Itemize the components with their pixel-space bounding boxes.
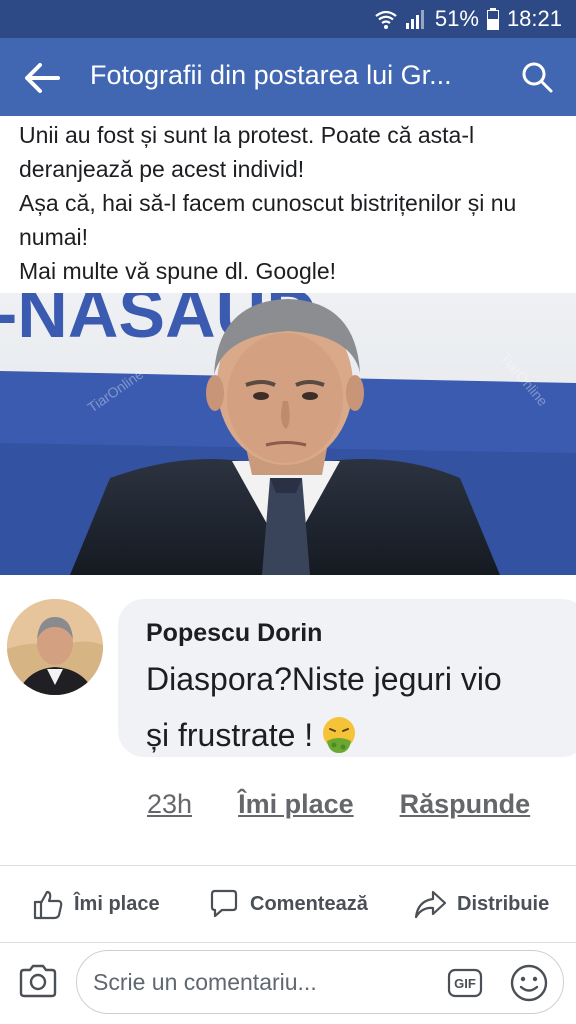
comment-reply-label: Răspunde — [399, 789, 531, 819]
search-icon — [522, 62, 553, 93]
gif-label: GIF — [454, 976, 476, 991]
share-button[interactable]: Distribuie — [413, 888, 549, 920]
status-bar: 51% 18:21 — [0, 0, 576, 38]
comment-text-end: și frustrate ! — [146, 715, 359, 755]
comment-meta: 23h Îmi place Răspunde — [147, 789, 530, 820]
emoji-button[interactable] — [509, 963, 549, 1003]
battery-icon — [486, 8, 499, 30]
comment-bubble-icon — [210, 889, 238, 918]
like-label: Îmi place — [74, 892, 160, 915]
nauseated-face-icon — [323, 717, 356, 753]
comment-like-label: Îmi place — [238, 789, 354, 819]
comment-box: GIF — [76, 950, 564, 1014]
back-button[interactable] — [22, 60, 62, 96]
page-title: Fotografii din postarea lui Gr... — [90, 60, 452, 90]
comment-input[interactable] — [93, 969, 433, 996]
comment-label: Comentează — [250, 892, 368, 915]
gif-button[interactable]: GIF — [447, 965, 483, 1001]
comment-text: și frustrate ! — [146, 716, 314, 753]
thumbs-up-icon — [33, 890, 63, 920]
smiley-icon — [510, 964, 548, 1002]
app-bar: Fotografii din postarea lui Gr... — [0, 38, 576, 116]
camera-icon — [19, 964, 57, 998]
camera-button[interactable] — [18, 963, 58, 999]
comment-time: 23h — [147, 789, 193, 819]
clock: 18:21 — [506, 6, 562, 31]
comment-bubble: Popescu Dorin Diaspora?Niste jeguri vio … — [118, 599, 576, 757]
comment-screenshot: Popescu Dorin Diaspora?Niste jeguri vio … — [0, 575, 576, 865]
post-line: Așa că, hai să-l facem cunoscut bistrițe… — [19, 190, 517, 250]
status-icons: 51% 18:21 — [375, 6, 562, 32]
battery-percent: 51% — [434, 6, 479, 31]
share-label: Distribuie — [457, 892, 550, 915]
post-line: Mai multe vă spune dl. Google! — [19, 258, 337, 284]
like-button[interactable]: Îmi place — [32, 888, 160, 920]
comment-button[interactable]: Comentează — [208, 888, 368, 920]
post-text: Unii au fost și sunt la protest. Poate c… — [19, 118, 567, 288]
signal-icon — [405, 9, 427, 29]
back-arrow-icon — [25, 63, 60, 93]
comment-author: Popescu Dorin — [146, 619, 323, 647]
share-arrow-icon — [414, 890, 447, 919]
comment-text: Diaspora?Niste jeguri vio — [146, 661, 502, 697]
post-actions: Îmi place Comentează Distribuie — [0, 865, 576, 943]
post-photo[interactable]: -NASAUD TiarOnline TiarOnline — [0, 293, 576, 575]
post-line: Unii au fost și sunt la protest. Poate c… — [19, 122, 475, 182]
search-button[interactable] — [520, 60, 554, 94]
avatar — [7, 599, 103, 695]
comment-composer: GIF — [0, 943, 576, 1024]
wifi-icon — [375, 9, 397, 29]
